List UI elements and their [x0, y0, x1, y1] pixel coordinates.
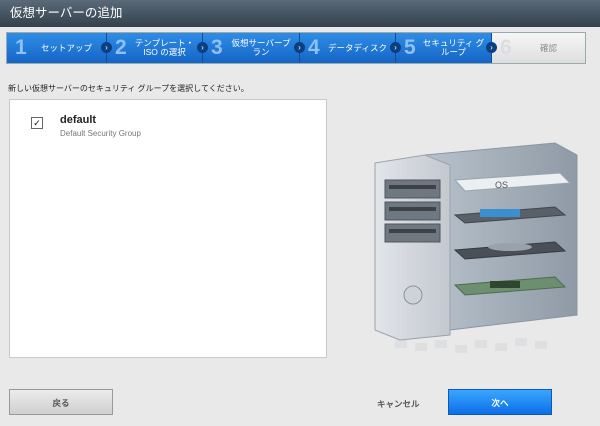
step-number: 2 [115, 36, 127, 59]
step-confirm: 6 確認 [492, 33, 585, 63]
step-label: セキュリティ グループ [422, 38, 485, 57]
step-number: 1 [15, 36, 27, 59]
chevron-right-icon: › [486, 42, 497, 53]
step-setup[interactable]: 1 セットアップ › [7, 33, 112, 63]
chevron-right-icon: › [390, 42, 401, 53]
cancel-link[interactable]: キャンセル [377, 398, 420, 410]
security-group-description: Default Security Group [60, 129, 141, 138]
instruction-text: 新しい仮想サーバーのセキュリティ グループを選択してください。 [8, 84, 249, 93]
step-security-group[interactable]: 5 セキュリティ グループ › [396, 33, 497, 63]
window-title: 仮想サーバーの追加 [0, 0, 600, 27]
step-server-plan[interactable]: 3 仮想サーバープ ラン › [203, 33, 305, 63]
security-group-name: default [60, 114, 97, 126]
step-label: 仮想サーバープ ラン [231, 38, 291, 57]
next-button[interactable]: 次へ [448, 389, 552, 415]
disk-label: OS [495, 180, 508, 190]
step-data-disk[interactable]: 4 データディスク › [300, 33, 401, 63]
step-number: 5 [404, 36, 416, 59]
step-number: 4 [308, 36, 320, 59]
wizard-steps: 1 セットアップ › 2 テンプレート・ ISO の選択 › 3 仮想サーバープ… [6, 32, 586, 64]
step-label: セットアップ [40, 42, 92, 53]
back-button[interactable]: 戻る [9, 389, 113, 415]
security-group-checkbox[interactable]: ✓ [31, 117, 43, 129]
chevron-right-icon: › [294, 42, 305, 53]
chevron-right-icon: › [101, 42, 112, 53]
chevron-right-icon: › [197, 42, 208, 53]
step-template-iso[interactable]: 2 テンプレート・ ISO の選択 › [107, 33, 208, 63]
server-tower-illustration: OS [374, 142, 578, 353]
step-label: テンプレート・ ISO の選択 [134, 38, 195, 57]
security-group-list: ✓ default Default Security Group [9, 99, 327, 358]
step-number: 6 [500, 36, 512, 59]
step-label: 確認 [539, 42, 557, 53]
step-label: データディスク [328, 42, 387, 53]
step-number: 3 [211, 36, 223, 59]
